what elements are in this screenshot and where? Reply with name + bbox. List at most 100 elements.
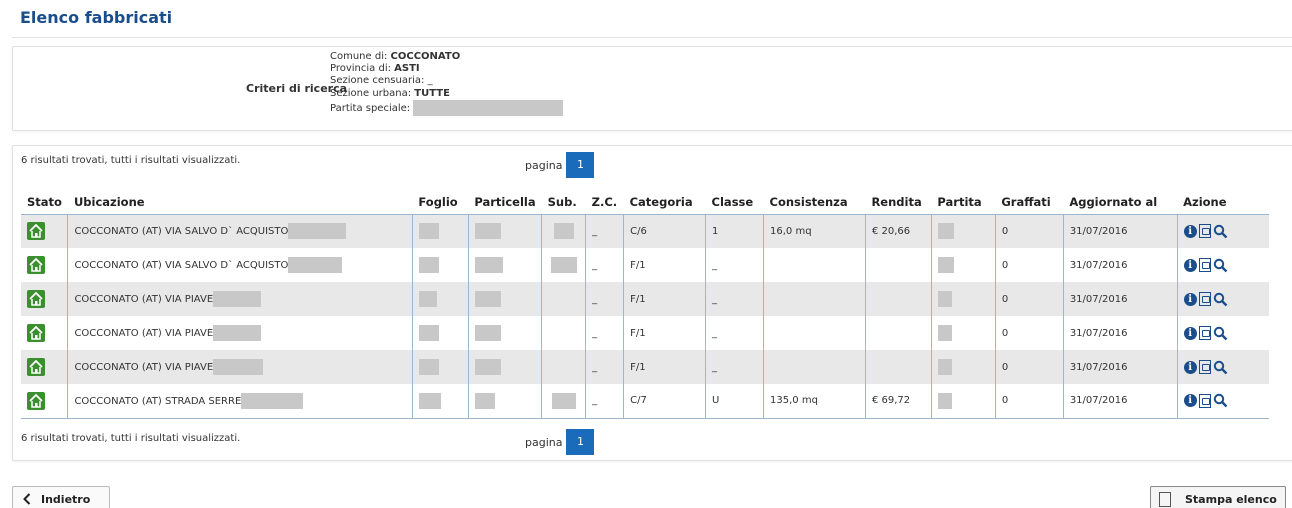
cell-zc: _ — [585, 214, 624, 248]
redacted-block — [474, 223, 501, 240]
cell-categoria: F/1 — [623, 316, 706, 350]
cell-ubicazione: COCCONATO (AT) VIA PIAVE — [67, 350, 413, 384]
cell-sub — [541, 316, 586, 350]
table-row[interactable]: COCCONATO (AT) STRADA SERRE _ C/7 U 135,0 mq… — [21, 384, 1269, 419]
table-row[interactable]: COCCONATO (AT) VIA SALVO D` ACQUISTO _ C/6… — [21, 214, 1269, 248]
cell-stato — [21, 350, 68, 384]
table-row[interactable]: COCCONATO (AT) VIA PIAVE _ F/1 _ 0 31/07/2016… — [21, 350, 1269, 384]
search-icon[interactable] — [1213, 326, 1228, 341]
redacted-block — [241, 392, 304, 409]
info-icon[interactable]: i — [1183, 292, 1197, 306]
cell-stato — [21, 248, 68, 282]
col-graffati[interactable]: Graffati — [995, 190, 1064, 215]
cell-consistenza — [763, 350, 866, 384]
table-row[interactable]: COCCONATO (AT) VIA SALVO D` ACQUISTO _ F/1… — [21, 248, 1269, 282]
cell-categoria: F/1 — [623, 248, 706, 282]
cell-sub — [541, 214, 586, 248]
redacted-block — [474, 291, 501, 307]
info-icon[interactable]: i — [1183, 394, 1197, 408]
redacted-block — [418, 359, 439, 375]
criteria-sezione-urbana: Sezione urbana: TUTTE — [330, 88, 563, 100]
criteria-values: Comune di: COCCONATO Provincia di: ASTI … — [330, 51, 564, 116]
col-rendita[interactable]: Rendita — [865, 190, 932, 215]
cell-rendita: € 20,66 — [864, 214, 932, 248]
pdf-icon[interactable] — [1198, 292, 1211, 306]
col-foglio[interactable]: Foglio — [412, 190, 469, 215]
cell-graffati: 0 — [994, 214, 1064, 248]
col-sub[interactable]: Sub. — [541, 190, 586, 215]
info-icon[interactable]: i — [1183, 326, 1197, 340]
pdf-icon[interactable] — [1198, 393, 1211, 408]
page-number-button[interactable]: 1 — [566, 429, 595, 455]
chevron-left-icon — [23, 493, 31, 505]
col-zc[interactable]: Z.C. — [585, 190, 624, 215]
cell-particella — [467, 350, 542, 384]
search-icon[interactable] — [1213, 360, 1228, 375]
col-consistenza[interactable]: Consistenza — [763, 190, 866, 215]
page-number-button[interactable]: 1 — [566, 152, 595, 178]
cell-zc: _ — [585, 282, 624, 316]
cell-sub — [541, 248, 586, 282]
redacted-block — [418, 325, 439, 341]
back-button[interactable]: Indietro — [12, 486, 110, 508]
redacted-block — [937, 223, 954, 240]
search-icon[interactable] — [1213, 224, 1228, 239]
redacted-block — [418, 291, 437, 307]
col-classe[interactable]: Classe — [705, 190, 764, 215]
cell-partita — [930, 350, 996, 384]
pdf-icon[interactable] — [1198, 360, 1211, 374]
pdf-icon[interactable] — [1198, 224, 1211, 239]
provincia-value: ASTI — [394, 63, 420, 75]
cell-classe: _ — [705, 316, 764, 350]
home-icon — [27, 222, 45, 241]
cell-ubicazione: COCCONATO (AT) VIA PIAVE — [67, 316, 413, 350]
col-aggiornato[interactable]: Aggiornato al — [1063, 190, 1178, 215]
cell-classe: _ — [705, 282, 764, 316]
print-list-button[interactable]: Stampa elenco — [1150, 486, 1286, 508]
page-title: Elenco fabbricati — [20, 8, 173, 27]
redacted-block — [937, 325, 952, 341]
col-ubicazione[interactable]: Ubicazione — [67, 190, 413, 215]
pdf-icon[interactable] — [1198, 326, 1211, 340]
cell-foglio — [411, 248, 469, 282]
search-icon[interactable] — [1213, 393, 1228, 408]
search-icon[interactable] — [1213, 258, 1228, 273]
cell-azione: i — [1176, 282, 1269, 316]
cell-stato — [21, 384, 68, 419]
ubicazione-text: COCCONATO (AT) VIA PIAVE — [74, 294, 214, 305]
search-icon[interactable] — [1213, 292, 1228, 307]
cell-ubicazione: COCCONATO (AT) VIA SALVO D` ACQUISTO — [67, 248, 413, 282]
row-actions: i — [1183, 292, 1263, 307]
cell-zc: _ — [585, 384, 624, 419]
pdf-icon[interactable] — [1198, 258, 1211, 272]
cell-foglio — [411, 214, 469, 248]
redacted-block — [474, 392, 495, 409]
cell-azione: i — [1176, 350, 1269, 384]
title-divider — [12, 37, 1292, 38]
cell-ubicazione: COCCONATO (AT) VIA PIAVE — [67, 282, 413, 316]
cell-partita — [930, 248, 996, 282]
info-icon[interactable]: i — [1183, 224, 1197, 238]
col-partita[interactable]: Partita — [931, 190, 996, 215]
redacted-block — [474, 257, 503, 273]
cell-stato — [21, 316, 68, 350]
pager-bottom: pagina 1 — [525, 429, 595, 455]
cell-particella — [467, 282, 542, 316]
table-row[interactable]: COCCONATO (AT) VIA PIAVE _ F/1 _ 0 31/07/2016… — [21, 282, 1269, 316]
sezione-urbana-label: Sezione urbana: — [330, 87, 412, 99]
col-stato[interactable]: Stato — [21, 190, 68, 215]
comune-value: COCCONATO — [390, 51, 461, 62]
table-row[interactable]: COCCONATO (AT) VIA PIAVE _ F/1 _ 0 31/07/2016… — [21, 316, 1269, 350]
col-categoria[interactable]: Categoria — [623, 190, 706, 215]
ubicazione-text: COCCONATO (AT) VIA PIAVE — [74, 362, 214, 373]
cell-foglio — [411, 384, 469, 419]
col-particella[interactable]: Particella — [468, 190, 542, 215]
cell-rendita — [864, 350, 932, 384]
cell-classe: U — [705, 384, 764, 419]
row-actions: i — [1183, 224, 1263, 239]
cell-categoria: F/1 — [623, 350, 706, 384]
info-icon[interactable]: i — [1183, 360, 1197, 374]
cell-azione: i — [1176, 316, 1269, 350]
info-icon[interactable]: i — [1183, 258, 1197, 272]
cell-ubicazione: COCCONATO (AT) STRADA SERRE — [67, 384, 413, 419]
